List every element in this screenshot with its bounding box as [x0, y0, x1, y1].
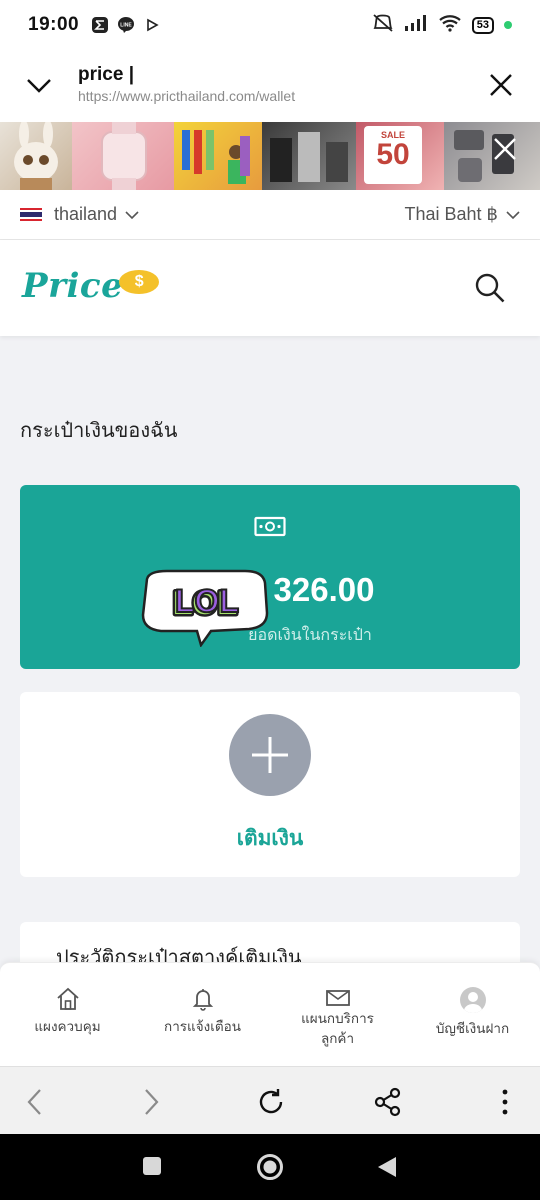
- page-url[interactable]: https://www.pricthailand.com/wallet: [78, 88, 295, 104]
- bottom-nav: แผงควบคุม การแจ้งเตือน แผนกบริการ ลูกค้า…: [0, 962, 540, 1066]
- svg-text:LINE: LINE: [120, 23, 132, 29]
- android-nav-bar: [0, 1134, 540, 1200]
- line-app-icon: LINE: [117, 16, 135, 34]
- url-bar: price | https://www.pricthailand.com/wal…: [0, 50, 540, 122]
- currency-selector[interactable]: Thai Baht ฿: [405, 204, 521, 225]
- region-selector-row: thailand Thai Baht ฿: [0, 190, 540, 240]
- back-triangle-icon[interactable]: [376, 1155, 398, 1183]
- banner-tile-sale: SALE 50: [356, 122, 444, 190]
- currency-chevron-down-icon[interactable]: [506, 204, 520, 225]
- banner-tile-watch: [72, 122, 174, 190]
- nav-label-customer-service: แผนกบริการ ลูกค้า: [301, 1011, 374, 1047]
- signal-icon: [404, 14, 428, 36]
- privacy-indicator-dot: [504, 21, 512, 29]
- status-system-icons: 53: [372, 13, 512, 37]
- browser-toolbar: [0, 1066, 540, 1134]
- banner-tile-appliances: [262, 122, 356, 190]
- topup-label[interactable]: เติมเงิน: [20, 822, 520, 855]
- thailand-flag-icon: [20, 207, 42, 222]
- back-arrow-icon[interactable]: [24, 1087, 46, 1121]
- reload-icon[interactable]: [256, 1087, 286, 1121]
- avatar-icon: [459, 987, 486, 1013]
- vibrate-off-icon: [372, 13, 394, 37]
- share-icon[interactable]: [374, 1087, 402, 1121]
- plus-icon: [252, 737, 288, 773]
- nav-item-dashboard[interactable]: แผงควบคุม: [0, 963, 135, 1066]
- banner-tile-fashion: [174, 122, 262, 190]
- price-logo[interactable]: Price $: [22, 266, 160, 306]
- nav-label-dashboard: แผงควบคุม: [34, 1019, 101, 1035]
- topup-card[interactable]: เติมเงิน: [20, 692, 520, 877]
- mail-icon: [325, 990, 350, 1006]
- nav-item-notifications[interactable]: การแจ้งเตือน: [135, 963, 270, 1066]
- collapse-chevron-icon[interactable]: [24, 72, 54, 102]
- status-time: 19:00: [28, 14, 80, 35]
- wallet-balance-card: 326.00 ยอดเงินในกระเป๋า LOL LOL: [20, 485, 520, 669]
- status-notification-icons: LINE: [91, 16, 161, 34]
- close-icon[interactable]: [488, 72, 514, 102]
- promo-banner[interactable]: SALE 50: [0, 122, 540, 190]
- nav-label-notifications: การแจ้งเตือน: [164, 1019, 241, 1035]
- logo-wordmark: Price: [22, 266, 124, 306]
- forward-arrow-icon[interactable]: [140, 1087, 162, 1121]
- search-icon[interactable]: [474, 272, 506, 308]
- site-header: Price $: [0, 240, 540, 336]
- page: 19:00 LINE 53 price | https://www.pricth…: [0, 0, 540, 1200]
- page-title[interactable]: price |: [78, 64, 134, 86]
- banknote-icon: [254, 516, 286, 542]
- topup-plus-button[interactable]: [229, 714, 311, 796]
- logo-coin-icon: $: [119, 270, 160, 294]
- svg-text:LOL: LOL: [175, 583, 239, 619]
- battery-indicator: 53: [471, 16, 494, 34]
- nav-item-account[interactable]: บัญชีเงินฝาก: [405, 963, 540, 1066]
- home-circle-icon[interactable]: [256, 1153, 284, 1185]
- play-store-icon: [143, 16, 161, 34]
- more-options-icon[interactable]: [500, 1087, 510, 1121]
- status-bar: 19:00 LINE 53: [0, 0, 540, 50]
- home-icon: [56, 987, 79, 1010]
- banner-close-icon[interactable]: [492, 136, 518, 166]
- banner-tile-toy: [0, 122, 72, 190]
- recents-icon[interactable]: [142, 1156, 162, 1180]
- wallet-heading: กระเป๋าเงินของฉัน: [20, 418, 178, 442]
- banner-sale-badge: SALE 50: [364, 126, 422, 184]
- wifi-icon: [438, 14, 462, 36]
- country-chevron-down-icon[interactable]: [125, 205, 139, 224]
- nav-label-account: บัญชีเงินฝาก: [435, 1021, 510, 1037]
- lol-sticker: LOL LOL: [137, 567, 275, 651]
- bell-icon: [192, 989, 213, 1011]
- country-selector[interactable]: thailand: [54, 204, 117, 225]
- nav-item-customer-service[interactable]: แผนกบริการ ลูกค้า: [270, 963, 405, 1066]
- sigma-app-icon: [91, 16, 109, 34]
- currency-label[interactable]: Thai Baht ฿: [405, 204, 499, 225]
